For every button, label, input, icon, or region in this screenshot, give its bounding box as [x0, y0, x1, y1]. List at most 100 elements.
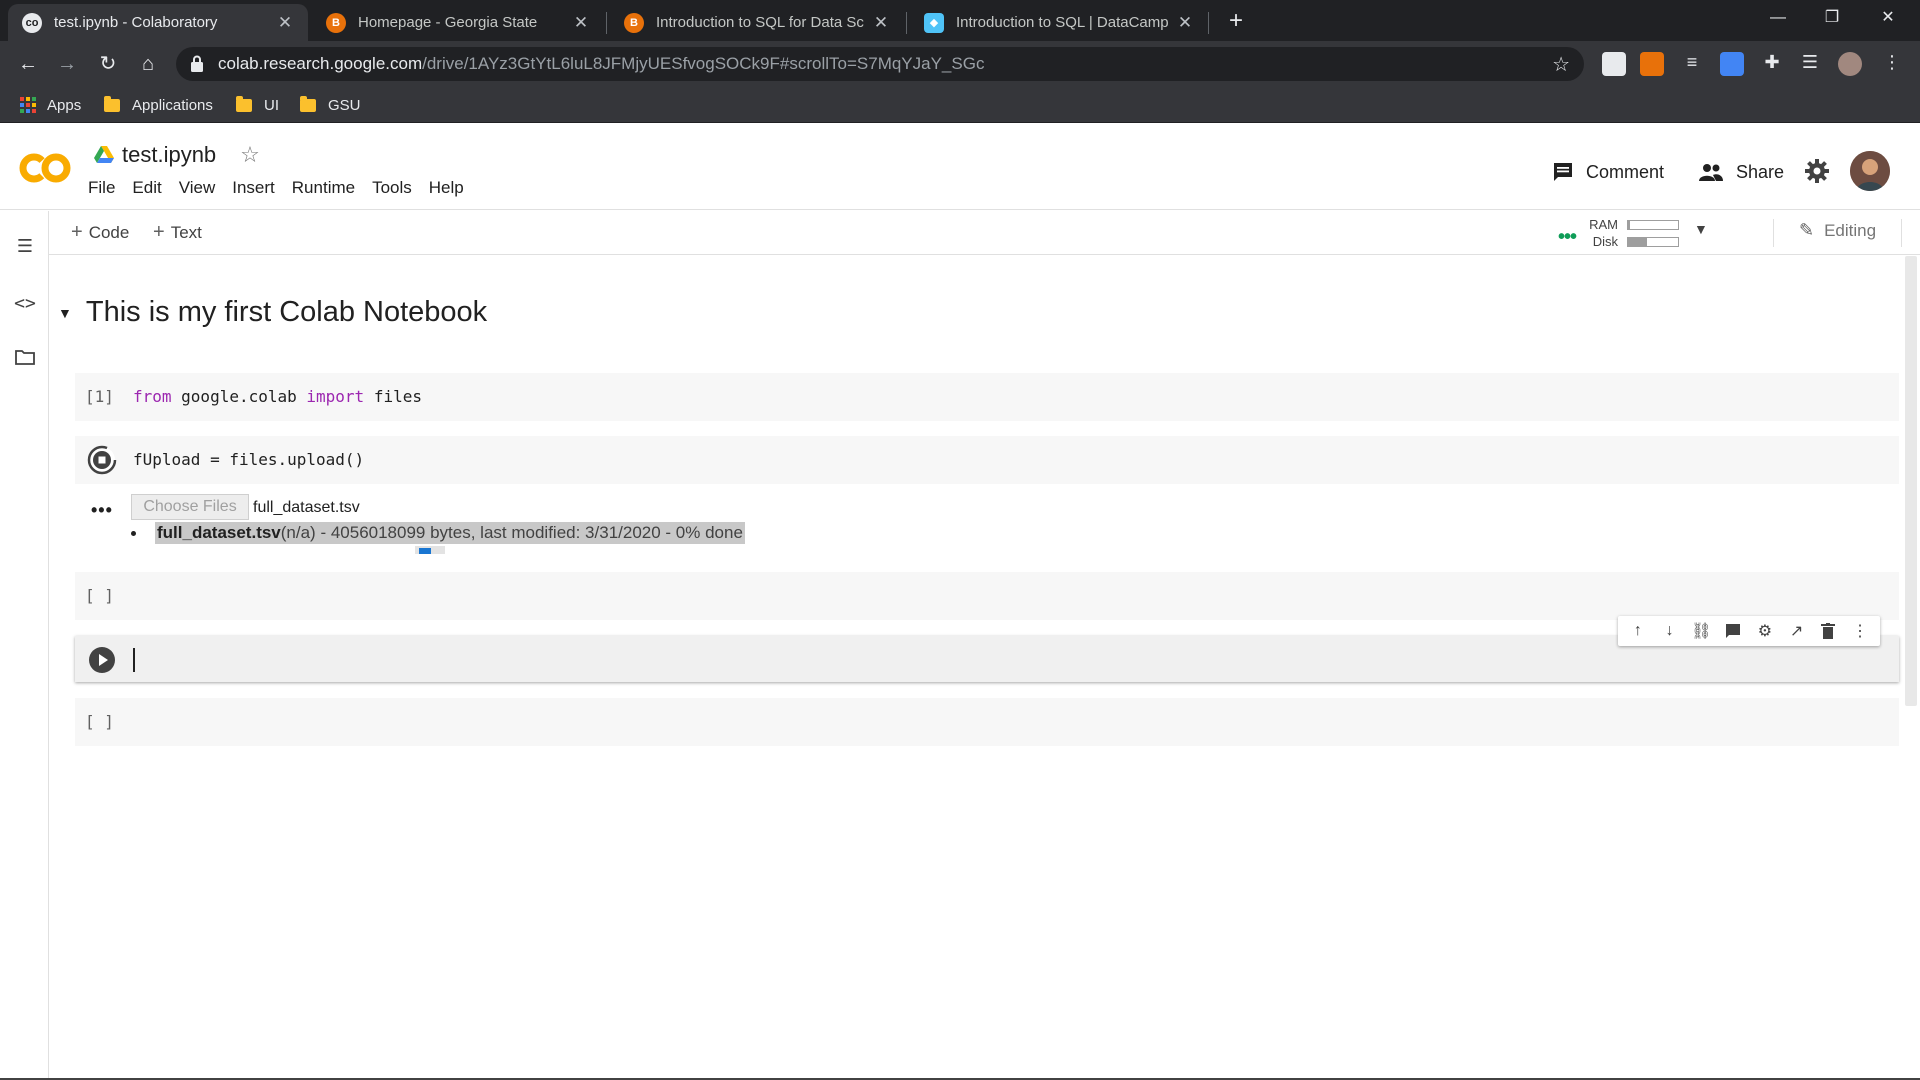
comment-icon	[1554, 163, 1572, 181]
close-icon[interactable]: ✕	[872, 13, 890, 33]
close-icon[interactable]: ✕	[1176, 13, 1194, 33]
dropdown-caret-icon[interactable]: ▼	[1694, 221, 1708, 237]
bookmark-star-icon[interactable]: ☆	[1552, 52, 1570, 77]
cell-settings-gear-icon[interactable]: ⚙	[1753, 619, 1777, 643]
colab-favicon-icon: co	[22, 12, 42, 33]
settings-gear-icon[interactable]	[1804, 158, 1830, 184]
minimize-icon[interactable]: —	[1752, 0, 1804, 36]
code-text[interactable]: from google.colab import files	[133, 387, 422, 406]
add-code-label: Code	[88, 223, 130, 242]
files-folder-icon[interactable]	[14, 349, 36, 371]
comment-label: Comment	[1586, 161, 1665, 182]
menu-runtime[interactable]: Runtime	[292, 178, 355, 198]
bookmark-applications[interactable]: Applications	[104, 95, 213, 115]
resource-monitor[interactable]: ••• RAM Disk ▼	[1558, 215, 1748, 251]
notebook-title[interactable]: test.ipynb	[122, 142, 216, 168]
move-cell-down-icon[interactable]: ↓	[1658, 619, 1682, 643]
toolbar-divider	[1901, 219, 1902, 247]
home-icon[interactable]: ⌂	[134, 50, 162, 78]
reading-list-icon[interactable]: ☰	[1798, 52, 1822, 76]
share-button[interactable]: Share	[1698, 158, 1784, 186]
run-cell-icon[interactable]	[87, 645, 117, 675]
back-arrow-icon[interactable]: ←	[14, 50, 42, 78]
comment-button[interactable]: Comment	[1552, 158, 1664, 186]
profile-avatar[interactable]	[1838, 52, 1862, 76]
notebook-scrollbar[interactable]	[1905, 256, 1917, 706]
plus-icon: +	[153, 221, 165, 243]
notebook-toolbar: +Code +Text ••• RAM Disk ▼ ✎ Editing ⌃	[49, 211, 1920, 255]
close-window-icon[interactable]: ✕	[1862, 0, 1914, 36]
left-sidebar: ☰ <>	[0, 211, 49, 1080]
code-cell[interactable]: fUpload = files.upload()	[75, 436, 1899, 484]
google-drive-icon[interactable]	[94, 146, 114, 164]
collapse-section-caret-icon[interactable]: ▼	[58, 305, 72, 321]
comment-icon[interactable]	[1721, 619, 1745, 643]
tab-georgia-state[interactable]: B Homepage - Georgia State ✕	[312, 4, 604, 41]
link-icon[interactable]: ⛓	[1689, 619, 1713, 643]
connected-status-icon: •••	[1558, 226, 1577, 248]
editing-mode-button[interactable]: ✎ Editing	[1799, 220, 1876, 241]
close-icon[interactable]: ✕	[276, 13, 294, 33]
menu-bar: File Edit View Insert Runtime Tools Help	[88, 178, 481, 198]
menu-insert[interactable]: Insert	[232, 178, 275, 198]
delete-trash-icon[interactable]	[1816, 619, 1840, 643]
ram-usage-bar	[1627, 220, 1679, 230]
menu-file[interactable]: File	[88, 178, 115, 198]
people-icon	[1699, 164, 1723, 181]
ram-label: RAM	[1589, 217, 1618, 232]
reload-icon[interactable]: ↻	[94, 50, 122, 78]
user-avatar[interactable]	[1850, 151, 1890, 191]
bookmark-label: UI	[264, 96, 279, 114]
forward-arrow-icon[interactable]: →	[53, 50, 81, 78]
tab-datacamp[interactable]: ◆ Introduction to SQL | DataCamp ✕	[910, 4, 1208, 41]
code-snippets-icon[interactable]: <>	[14, 293, 36, 315]
section-header[interactable]: ▼ This is my first Colab Notebook	[58, 296, 487, 329]
cell-toolbar: ↑ ↓ ⛓ ⚙ ↗ ⋮	[1618, 616, 1880, 646]
code-cell[interactable]: [1] from google.colab import files	[75, 373, 1899, 421]
choose-files-button[interactable]: Choose Files	[131, 494, 249, 520]
new-tab-button[interactable]: +	[1222, 7, 1250, 35]
menu-help[interactable]: Help	[429, 178, 464, 198]
mirror-cell-icon[interactable]: ↗	[1785, 619, 1809, 643]
restore-icon[interactable]: ❐	[1806, 0, 1858, 36]
menu-edit[interactable]: Edit	[132, 178, 161, 198]
add-text-cell-button[interactable]: + Text	[153, 221, 202, 244]
execution-count: [ ]	[85, 586, 114, 605]
more-options-icon[interactable]: ⋮	[1848, 619, 1872, 643]
tab-sql-for-data-science[interactable]: B Introduction to SQL for Data Scie ✕	[610, 4, 904, 41]
output-menu-icon[interactable]: •••	[91, 500, 113, 521]
star-icon[interactable]: ☆	[240, 142, 260, 168]
extension-lines-icon[interactable]: ≡	[1680, 52, 1704, 76]
text-cursor	[133, 648, 135, 672]
code-cell[interactable]: [ ]	[75, 572, 1899, 620]
move-cell-up-icon[interactable]: ↑	[1626, 619, 1650, 643]
tab-separator	[606, 12, 607, 34]
shield-favicon-icon: ◆	[924, 12, 944, 33]
table-of-contents-icon[interactable]: ☰	[14, 236, 36, 258]
address-bar[interactable]: colab.research.google.com/drive/1AYz3GtY…	[176, 47, 1584, 81]
chrome-menu-icon[interactable]: ⋮	[1880, 52, 1904, 76]
tab-colab[interactable]: co test.ipynb - Colaboratory ✕	[8, 4, 308, 41]
add-code-cell-button[interactable]: + Code	[71, 221, 129, 244]
code-text[interactable]: fUpload = files.upload()	[133, 450, 364, 469]
close-icon[interactable]: ✕	[572, 13, 590, 33]
menu-tools[interactable]: Tools	[372, 178, 412, 198]
orange-b-favicon-icon: B	[624, 12, 644, 33]
disk-usage-bar	[1627, 237, 1679, 247]
colab-logo-icon[interactable]	[18, 150, 72, 186]
add-text-label: Text	[170, 223, 202, 242]
bookmark-gsu[interactable]: GSU	[300, 95, 361, 115]
bookmark-apps[interactable]: Apps	[20, 95, 81, 115]
tab-title: Introduction to SQL | DataCamp	[956, 14, 1168, 31]
extension-orange-icon[interactable]	[1640, 52, 1664, 76]
puzzle-extensions-icon[interactable]: ✚	[1760, 52, 1784, 76]
tab-title: Introduction to SQL for Data Scie	[656, 14, 864, 31]
stop-execution-icon[interactable]	[87, 445, 117, 475]
menu-view[interactable]: View	[179, 178, 216, 198]
chosen-file-name: full_dataset.tsv	[253, 499, 360, 516]
extension-lock-icon[interactable]	[1602, 52, 1626, 76]
bookmark-ui[interactable]: UI	[236, 95, 279, 115]
google-translate-icon[interactable]	[1720, 52, 1744, 76]
apps-grid-icon	[20, 96, 37, 114]
code-cell[interactable]: [ ]	[75, 698, 1899, 746]
